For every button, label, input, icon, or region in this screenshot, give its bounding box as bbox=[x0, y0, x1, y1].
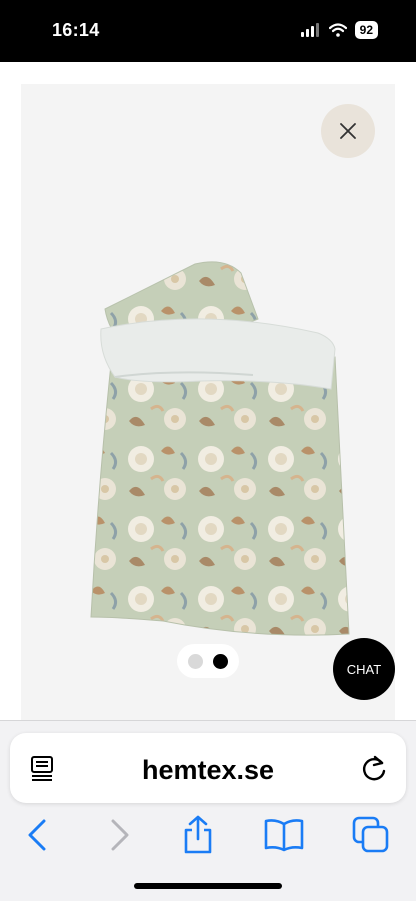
product-image[interactable] bbox=[53, 229, 363, 709]
chat-button[interactable]: CHAT bbox=[333, 638, 395, 700]
forward-button[interactable] bbox=[98, 813, 142, 857]
browser-bar: hemtex.se bbox=[0, 720, 416, 901]
slide-dot-1[interactable] bbox=[188, 653, 203, 669]
close-icon bbox=[340, 123, 356, 139]
bookmarks-button[interactable] bbox=[262, 813, 306, 857]
status-time: 16:14 bbox=[52, 20, 100, 40]
tabs-button[interactable] bbox=[349, 813, 393, 857]
product-gallery[interactable] bbox=[21, 84, 395, 720]
wifi-icon bbox=[328, 23, 347, 37]
status-bar: 16:14 92 bbox=[0, 0, 416, 62]
home-indicator bbox=[134, 883, 282, 889]
share-button[interactable] bbox=[176, 813, 220, 857]
bookmarks-icon bbox=[264, 819, 304, 852]
slide-dot-2[interactable] bbox=[213, 653, 228, 669]
url-text[interactable]: hemtex.se bbox=[10, 755, 406, 786]
slide-dots bbox=[177, 644, 239, 678]
battery-indicator: 92 bbox=[354, 21, 378, 39]
share-icon bbox=[184, 815, 212, 854]
address-bar[interactable]: hemtex.se bbox=[10, 733, 406, 803]
back-icon bbox=[28, 819, 46, 851]
status-icons: 92 bbox=[300, 21, 378, 39]
forward-icon bbox=[111, 819, 129, 851]
browser-toolbar bbox=[0, 813, 416, 857]
back-button[interactable] bbox=[15, 813, 59, 857]
signal-icon bbox=[300, 23, 319, 37]
close-button[interactable] bbox=[321, 104, 375, 158]
tabs-icon bbox=[352, 816, 389, 853]
reload-icon[interactable] bbox=[360, 753, 388, 783]
